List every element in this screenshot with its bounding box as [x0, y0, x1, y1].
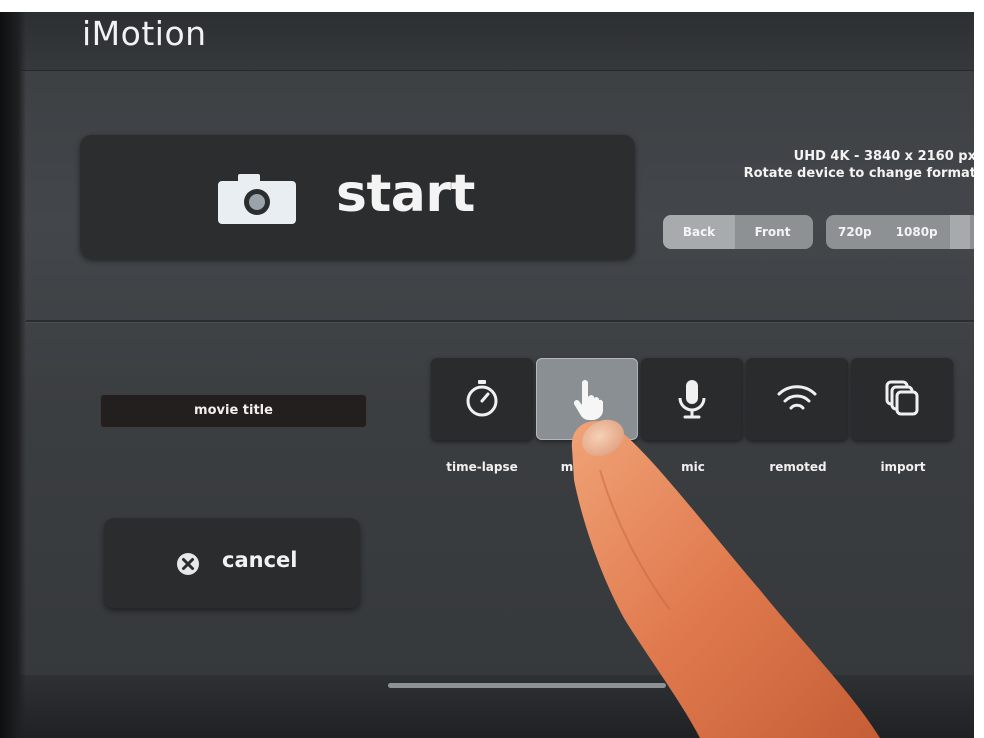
header-bar: iMotion — [0, 12, 984, 71]
resolution-option-1080p[interactable]: 1080p — [884, 215, 950, 249]
movie-title-input[interactable]: movie title — [100, 394, 367, 428]
hand-pointer-icon — [573, 380, 603, 420]
mode-mic-label: mic — [681, 460, 705, 474]
mode-import-button[interactable] — [851, 358, 953, 440]
resolution-option-720p[interactable]: 720p — [826, 215, 884, 249]
mode-manual-label: m — [560, 460, 574, 474]
mode-remoted-button[interactable] — [746, 358, 848, 440]
microphone-icon — [678, 380, 706, 419]
top-edge — [0, 0, 984, 12]
camera-option-front[interactable]: Front — [735, 215, 810, 249]
format-hint-text: Rotate device to change format — [743, 166, 976, 181]
section-divider — [26, 320, 976, 322]
mode-mic-button[interactable] — [641, 358, 743, 440]
app-title: iMotion — [82, 14, 207, 53]
format-info: UHD 4K - 3840 x 2160 px Rotate device to… — [680, 148, 976, 182]
home-indicator[interactable] — [388, 683, 666, 688]
cancel-label: cancel — [222, 548, 298, 572]
camera-option-back[interactable]: Back — [663, 215, 735, 249]
mode-time-lapse-button[interactable] — [431, 358, 533, 440]
start-label: start — [336, 164, 475, 224]
close-circle-icon — [177, 553, 199, 575]
mode-manual-button[interactable] — [536, 358, 638, 440]
mode-selector — [431, 358, 961, 442]
format-resolution-text: UHD 4K - 3840 x 2160 px — [793, 149, 976, 164]
left-bezel — [0, 0, 26, 738]
mode-import-label: import — [880, 460, 926, 474]
camera-selector: Back Front — [663, 215, 813, 249]
app-screen: iMotion start UHD 4K - 3840 x 2160 px Ro… — [0, 0, 984, 738]
right-edge — [974, 0, 984, 738]
stacked-copies-icon — [885, 380, 919, 416]
resolution-selector: 720p 1080p — [826, 215, 984, 249]
wifi-icon — [777, 385, 817, 410]
cancel-button[interactable]: cancel — [104, 518, 360, 608]
mode-remoted-label: remoted — [769, 460, 827, 474]
stopwatch-icon — [466, 380, 498, 417]
resolution-option-more[interactable] — [949, 215, 970, 249]
camera-icon — [218, 174, 296, 224]
start-button[interactable]: start — [80, 134, 635, 258]
